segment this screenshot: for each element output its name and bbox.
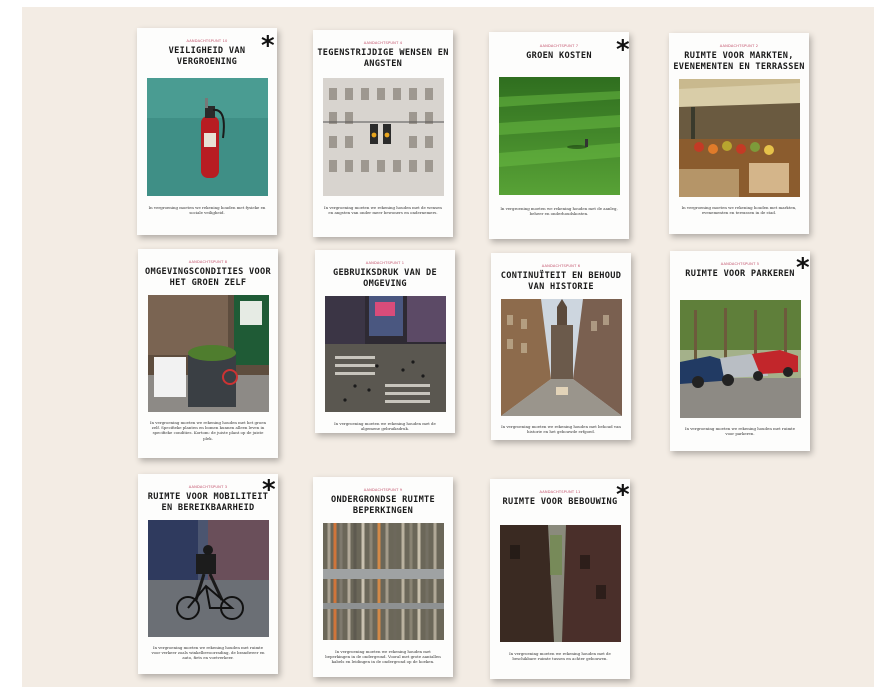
crossing-photo	[325, 296, 446, 412]
card-description: In vergroening moeten we rekening houden…	[681, 205, 797, 216]
card-category: AANDACHTSPUNT 4	[363, 41, 403, 45]
card-title: GROEN KOSTEN	[526, 51, 592, 61]
card-category: AANDACHTSPUNT 7	[539, 44, 579, 48]
card-description: In vergroening moeten we rekening houden…	[684, 426, 796, 437]
card-category: AANDACHTSPUNT 5	[720, 262, 760, 266]
card-description: In vergroening moeten we rekening houden…	[509, 651, 611, 662]
historic-street-photo	[501, 299, 622, 416]
card-title: RUIMTE VOOR MOBILITEIT EN BEREIKBAARHEID	[147, 492, 269, 513]
card-description: In vergroening moeten we rekening houden…	[501, 424, 621, 435]
card-description: In vergroening moeten we rekening houden…	[325, 649, 441, 665]
card-omgevingscondities[interactable]: AANDACHTSPUNT 8 OMGEVINGSCONDITIES VOOR …	[138, 249, 278, 458]
card-parkeren[interactable]: AANDACHTSPUNT 5 RUIMTE VOOR PARKEREN In …	[670, 251, 810, 451]
card-category: AANDACHTSPUNT 11	[539, 490, 581, 494]
card-title: ONDERGRONDSE RUIMTE BEPERKINGEN	[330, 495, 435, 516]
card-category: AANDACHTSPUNT 8	[188, 260, 228, 264]
card-title: VEILIGHEID VAN VERGROENING	[168, 46, 246, 67]
card-category: AANDACHTSPUNT 2	[719, 44, 759, 48]
card-category: AANDACHTSPUNT 3	[188, 485, 228, 489]
card-veiligheid[interactable]: AANDACHTSPUNT 10 VEILIGHEID VAN VERGROEN…	[137, 28, 277, 235]
card-title: CONTINUÏTEIT EN BEHOUD VAN HISTORIE	[500, 271, 622, 292]
card-category: AANDACHTSPUNT 9	[363, 488, 403, 492]
alley-photo	[500, 525, 621, 642]
card-title: RUIMTE VOOR BEBOUWING	[502, 497, 618, 507]
card-title: RUIMTE VOOR MARKTEN, EVENEMENTEN EN TERR…	[673, 51, 805, 72]
market-photo	[679, 79, 800, 197]
card-ondergrondse-ruimte[interactable]: AANDACHTSPUNT 9 ONDERGRONDSE RUIMTE BEPE…	[313, 477, 453, 677]
star-marker: *	[796, 253, 810, 283]
star-marker: *	[261, 31, 275, 61]
card-groen-kosten[interactable]: AANDACHTSPUNT 7 GROEN KOSTEN In vergroen…	[489, 32, 630, 239]
card-title: OMGEVINGSCONDITIES VOOR HET GROEN ZELF	[145, 267, 271, 288]
card-description: In vergroening moeten we rekening houden…	[334, 421, 436, 432]
card-bebouwing[interactable]: AANDACHTSPUNT 11 RUIMTE VOOR BEBOUWING I…	[490, 479, 630, 679]
cyclist-photo	[148, 520, 269, 637]
card-markten[interactable]: AANDACHTSPUNT 2 RUIMTE VOOR MARKTEN, EVE…	[669, 33, 809, 234]
lawn-photo	[499, 77, 620, 195]
card-category: AANDACHTSPUNT 6	[541, 264, 581, 268]
card-category: AANDACHTSPUNT 1	[365, 261, 405, 265]
card-board: AANDACHTSPUNT 10 VEILIGHEID VAN VERGROEN…	[22, 7, 874, 687]
card-continuiteit[interactable]: AANDACHTSPUNT 6 CONTINUÏTEIT EN BEHOUD V…	[491, 253, 631, 440]
star-marker: *	[616, 480, 630, 510]
card-gebruiksdruk[interactable]: AANDACHTSPUNT 1 GEBRUIKSDRUK VAN DE OMGE…	[315, 250, 455, 433]
card-description: In vergroening moeten we rekening houden…	[151, 645, 265, 661]
card-description: In vergroening moeten we rekening houden…	[500, 206, 618, 217]
traffic-light-photo	[323, 78, 444, 196]
card-title: TEGENSTRIJDIGE WENSEN EN ANGSTEN	[317, 48, 449, 69]
card-category: AANDACHTSPUNT 10	[186, 39, 228, 43]
star-marker: *	[262, 475, 276, 505]
star-marker: *	[616, 35, 630, 65]
card-description: In vergroening moeten we rekening houden…	[149, 420, 267, 441]
card-title: RUIMTE VOOR PARKEREN	[685, 269, 795, 279]
planters-photo	[148, 295, 269, 412]
cables-photo	[323, 523, 444, 640]
card-mobiliteit[interactable]: AANDACHTSPUNT 3 RUIMTE VOOR MOBILITEIT E…	[138, 474, 278, 674]
card-tegenstrijdige-wensen[interactable]: AANDACHTSPUNT 4 TEGENSTRIJDIGE WENSEN EN…	[313, 30, 453, 237]
parked-cars-photo	[680, 300, 801, 418]
card-description: In vergroening moeten we rekening houden…	[324, 205, 442, 216]
card-title: GEBRUIKSDRUK VAN DE OMGEVING	[332, 268, 437, 289]
fire-extinguisher-photo	[147, 78, 268, 196]
card-description: In vergroening moeten we rekening houden…	[148, 205, 266, 216]
